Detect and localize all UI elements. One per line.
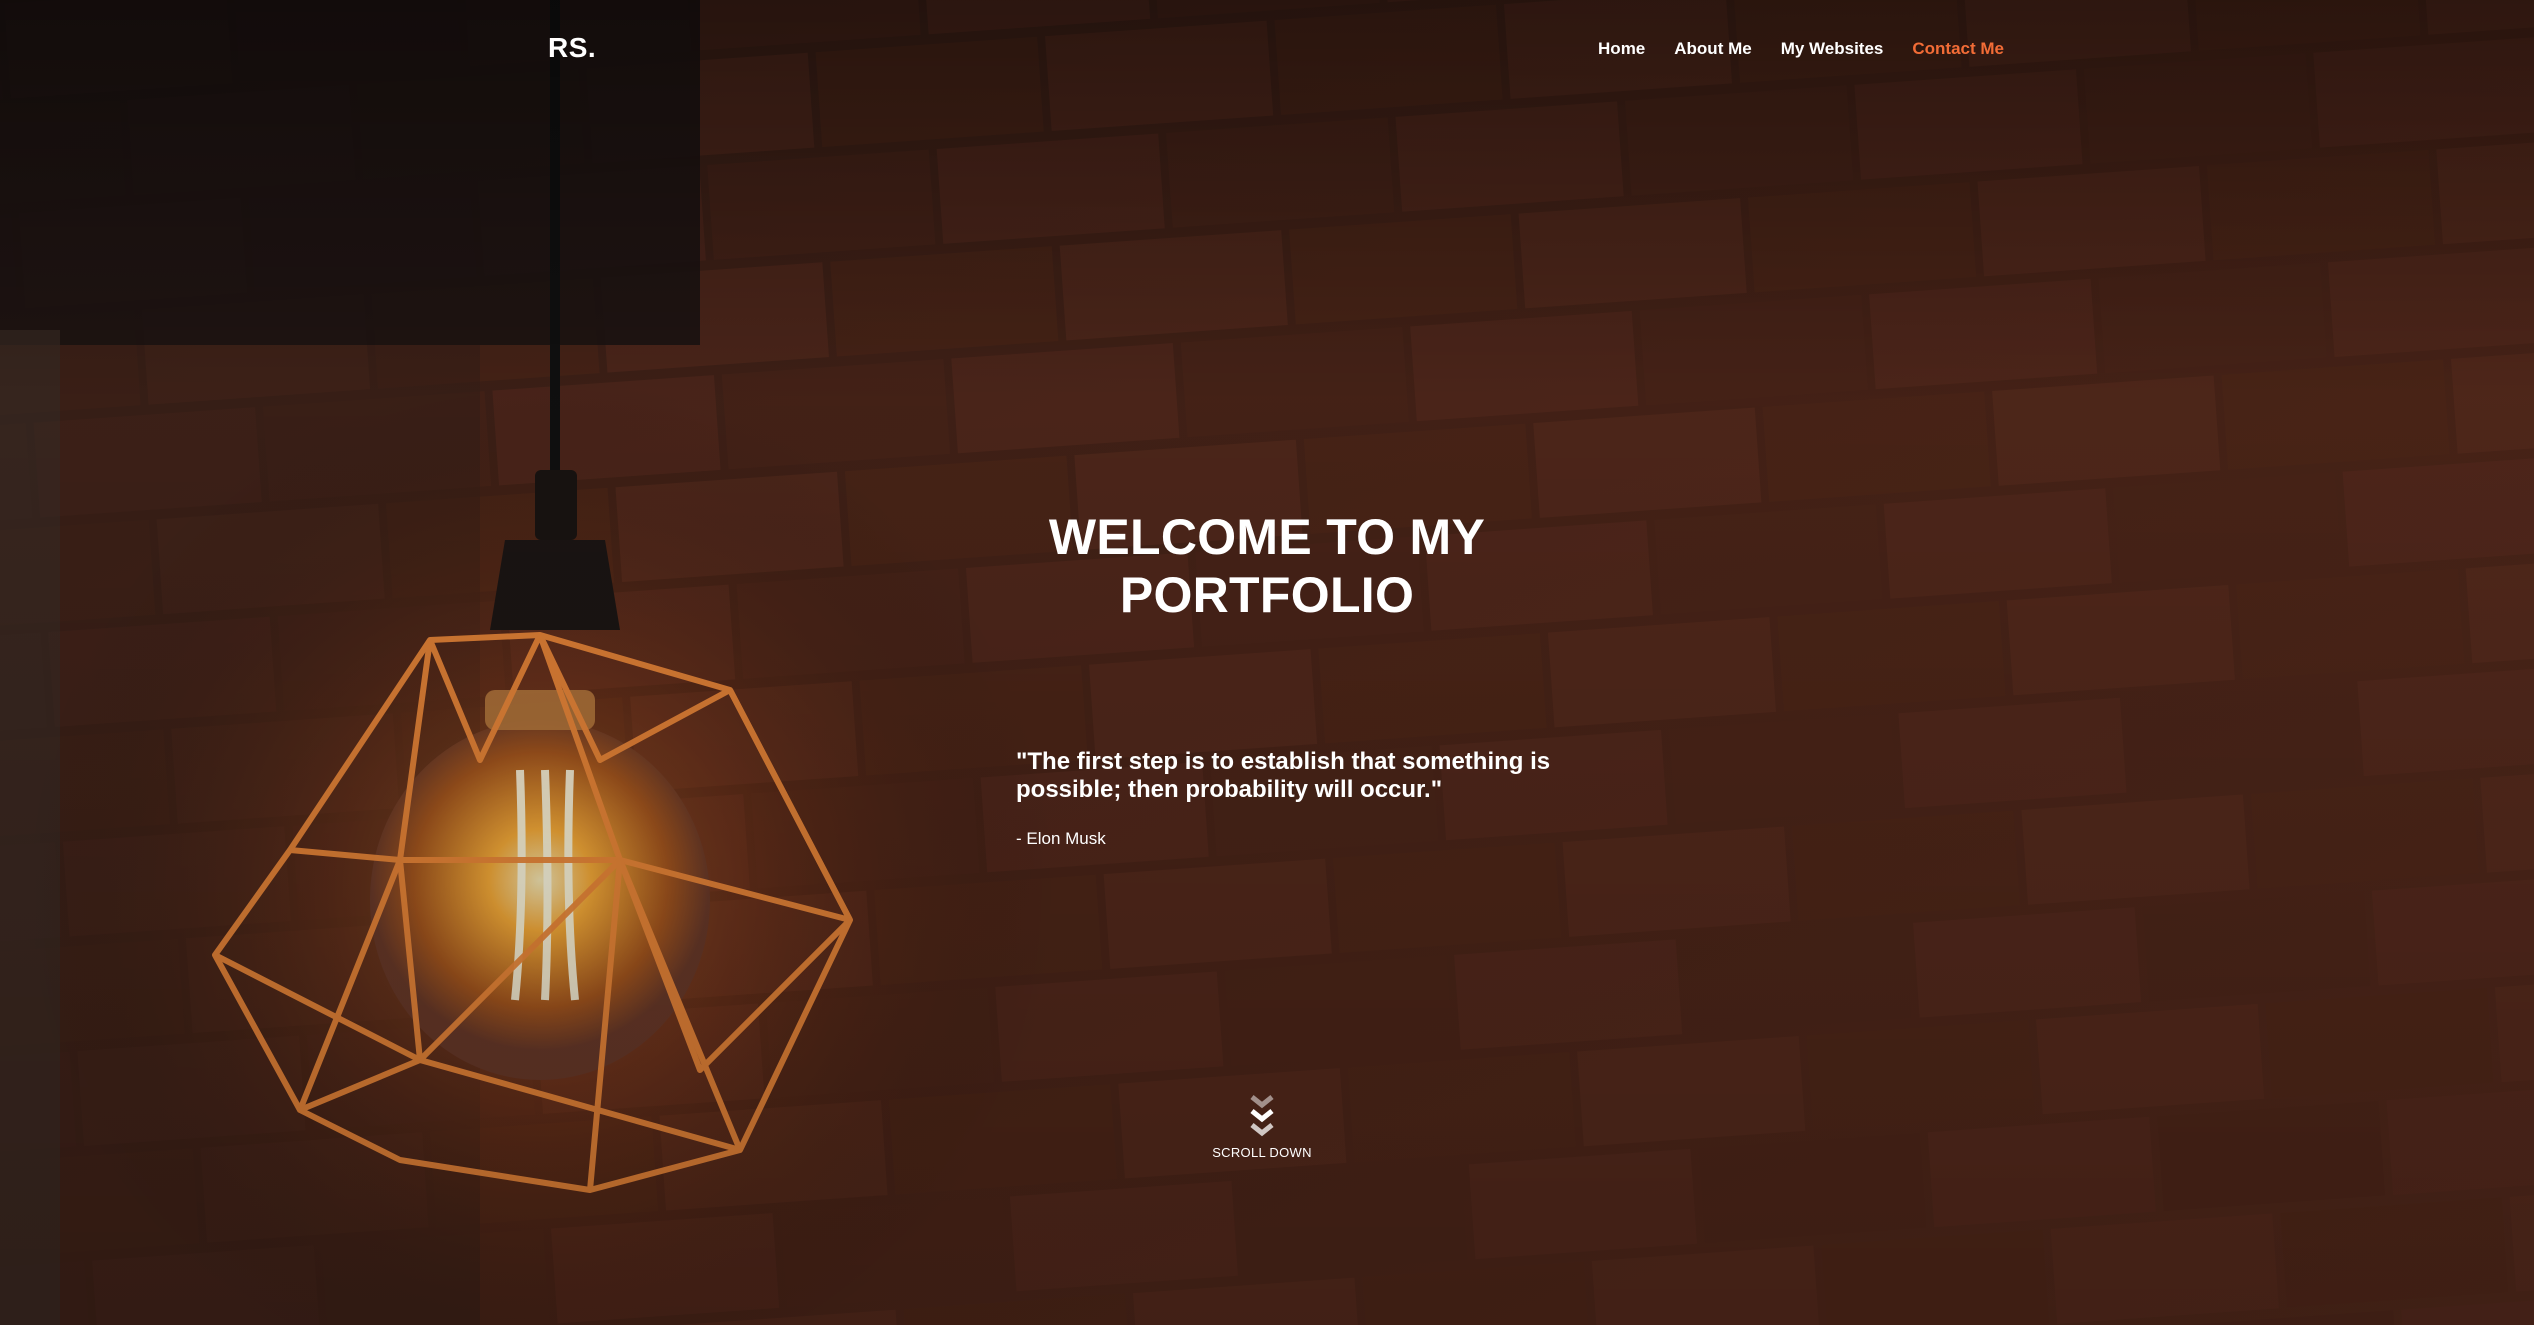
site-logo[interactable]: RS. [548, 32, 596, 64]
hero-title-line-2: PORTFOLIO [1119, 567, 1415, 623]
nav-home-link[interactable]: Home [1598, 39, 1645, 59]
portfolio-page: RS. Home About Me My Websites Contact Me… [0, 0, 2534, 1325]
double-chevron-down-icon [1247, 1093, 1277, 1141]
hero-title: WELCOME TO MY PORTFOLIO [967, 508, 1567, 624]
site-header: RS. Home About Me My Websites Contact Me [0, 0, 2534, 100]
quote-author: - Elon Musk [1016, 829, 1106, 848]
nav-my-websites-link[interactable]: My Websites [1781, 39, 1884, 59]
scroll-down-button[interactable]: SCROLL DOWN [1207, 1093, 1317, 1173]
hero-quote: "The first step is to establish that som… [1016, 748, 1551, 803]
main-nav: Home About Me My Websites Contact Me [1598, 39, 2004, 59]
scroll-down-label: SCROLL DOWN [1212, 1145, 1312, 1160]
nav-contact-me-link[interactable]: Contact Me [1912, 39, 2004, 59]
hero-title-line-1: WELCOME TO MY [1048, 509, 1486, 565]
nav-about-me-link[interactable]: About Me [1674, 39, 1751, 59]
